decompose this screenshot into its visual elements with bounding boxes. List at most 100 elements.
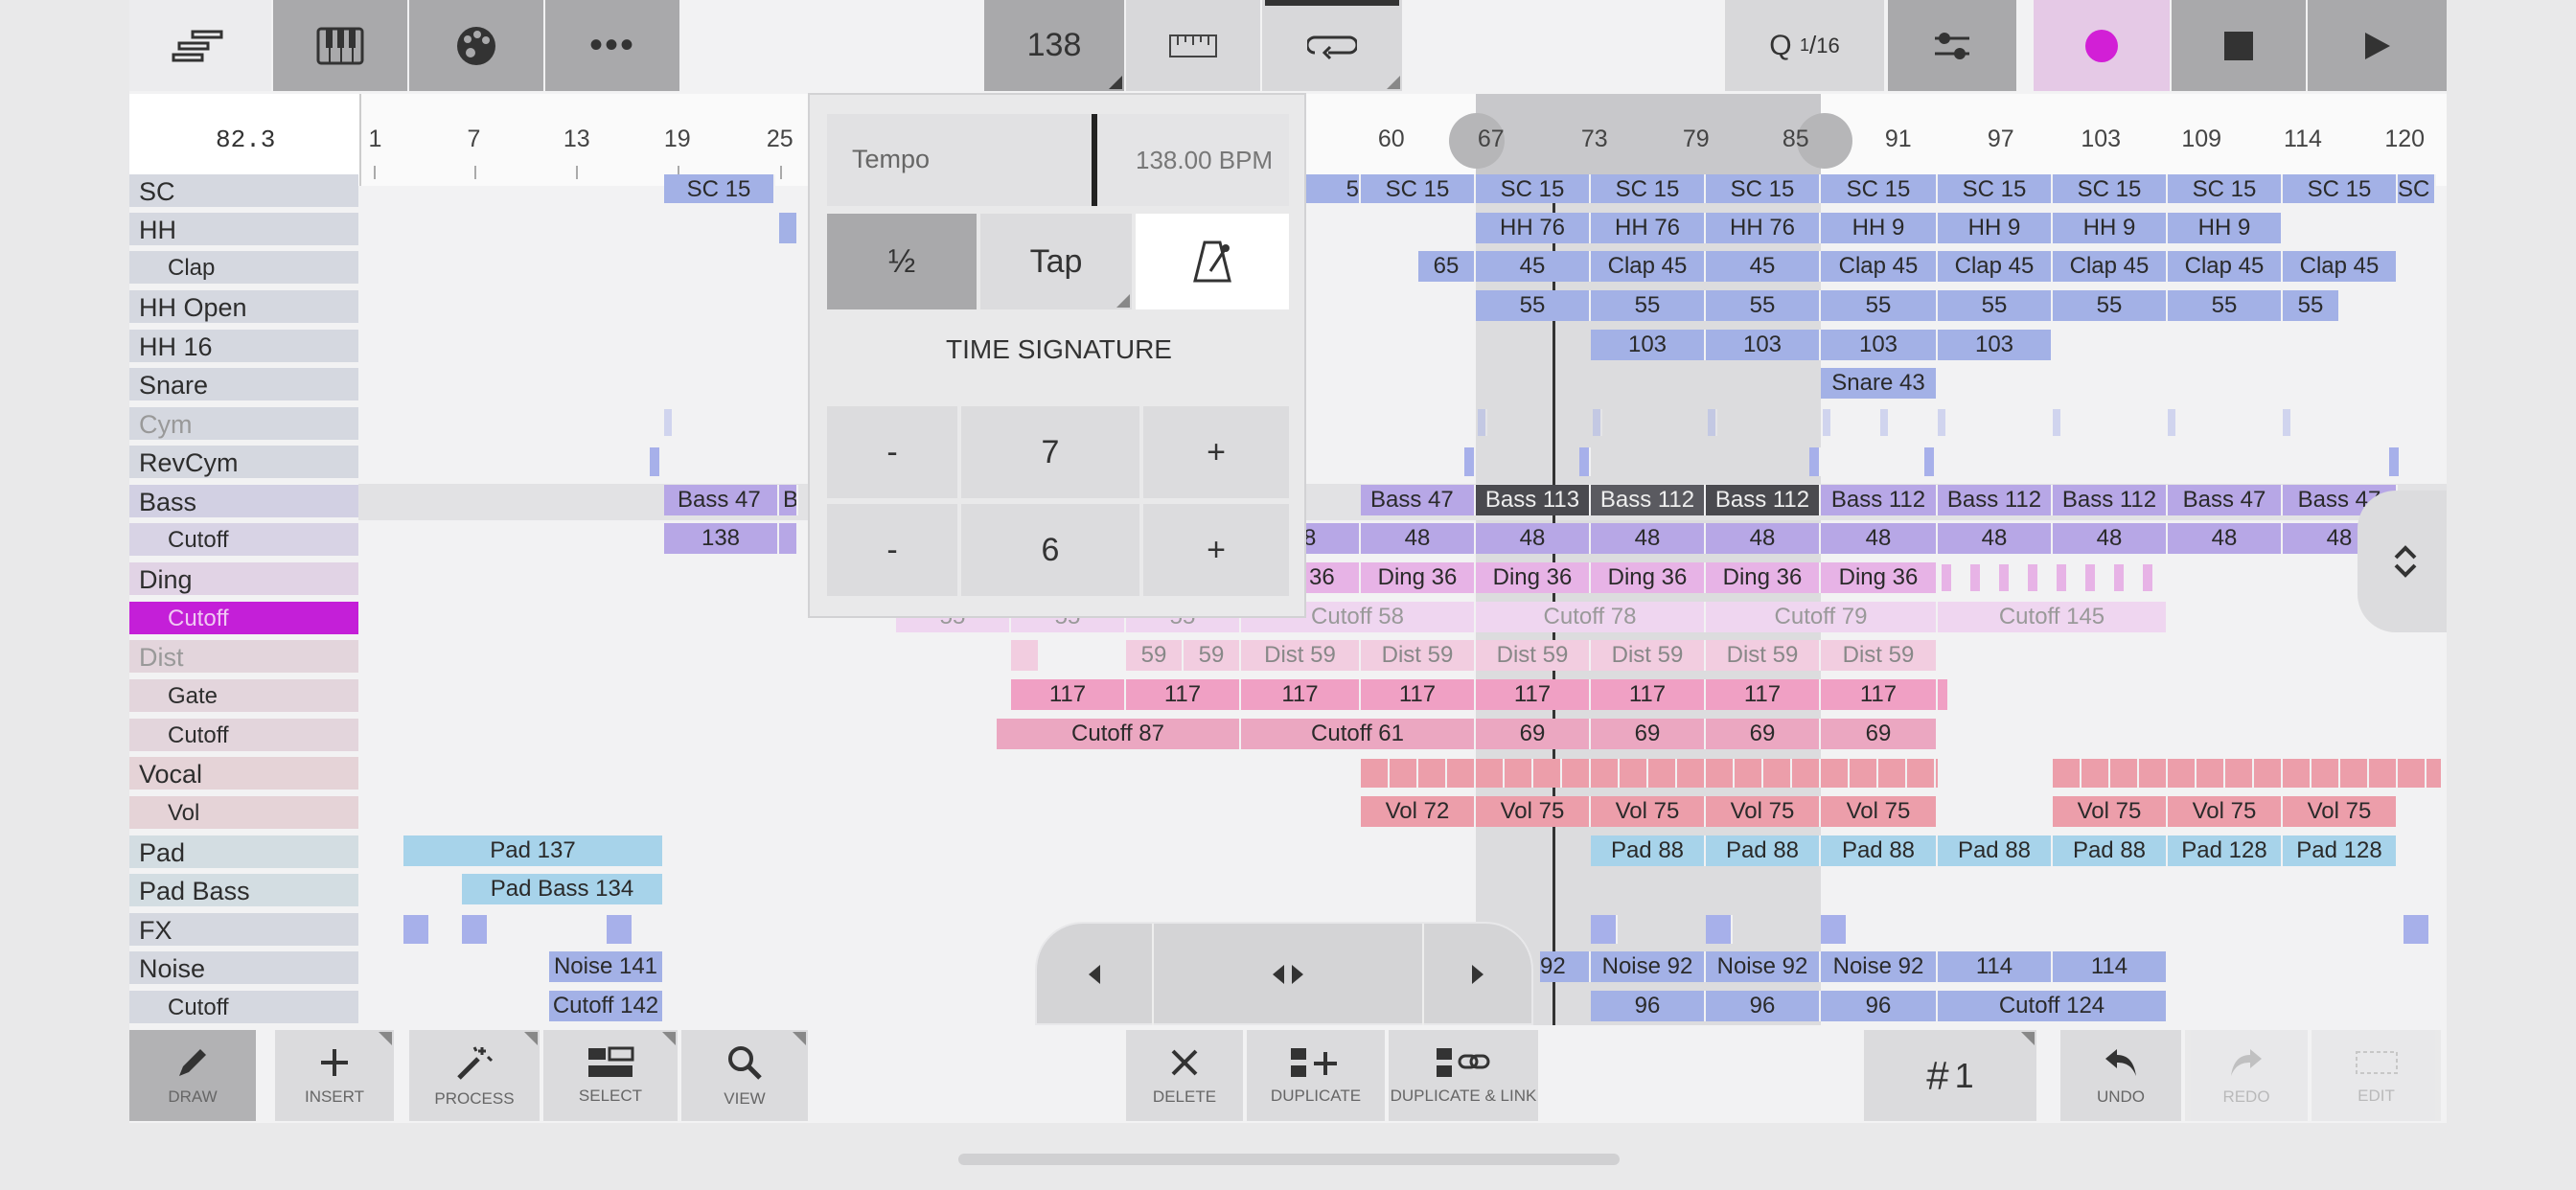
clip[interactable]: Pad 88 [2053, 835, 2168, 866]
tempo-button[interactable]: 138 [984, 0, 1124, 91]
clip[interactable] [1464, 447, 1476, 476]
clip[interactable] [2389, 447, 2401, 476]
clip[interactable] [1809, 447, 1821, 476]
clip[interactable] [1970, 564, 1982, 591]
scroll-right-button[interactable] [1424, 924, 1531, 1025]
clip[interactable] [2143, 564, 2154, 591]
clip[interactable]: HH 76 [1591, 213, 1706, 243]
clip[interactable]: Pad Bass 134 [462, 874, 664, 904]
clip[interactable]: Dist 59 [1476, 640, 1591, 671]
clip[interactable]: Noise 92 [1821, 951, 1938, 982]
clip[interactable]: SC 15 [1361, 174, 1476, 203]
track-snare[interactable]: Snare [129, 368, 358, 402]
clip[interactable]: Pad 88 [1706, 835, 1821, 866]
clip[interactable]: 59 [1126, 640, 1184, 671]
clip[interactable]: Ding 36 [1821, 562, 1938, 593]
clip[interactable]: 92 [1540, 951, 1591, 982]
clip[interactable]: 8 [1303, 523, 1361, 554]
clip[interactable] [1938, 679, 1949, 710]
track-revcym[interactable]: RevCym [129, 446, 358, 480]
clip[interactable]: Clap 45 [2283, 251, 2398, 282]
tap-tempo-button[interactable]: Tap [980, 214, 1132, 309]
vocal-clips[interactable] [2053, 759, 2441, 788]
clip[interactable]: 69 [1706, 719, 1821, 749]
clip[interactable]: 103 [1591, 330, 1706, 360]
clip[interactable]: 55 [2053, 290, 2168, 321]
clip[interactable]: 114 [1938, 951, 2053, 982]
scroll-left-button[interactable] [1037, 924, 1154, 1025]
clip[interactable]: 55 [1476, 290, 1591, 321]
clip[interactable]: 138 [664, 523, 779, 554]
metronome-button[interactable] [1136, 214, 1289, 309]
clip[interactable] [1593, 409, 1602, 436]
play-button[interactable] [2308, 0, 2447, 91]
clip[interactable]: Bass 47 [664, 485, 779, 515]
clip[interactable]: 117 [1706, 679, 1821, 710]
clip[interactable]: 117 [1361, 679, 1476, 710]
metronome-ruler-button[interactable] [1126, 0, 1260, 91]
edit-button[interactable]: EDIT [2312, 1030, 2441, 1121]
settings-sliders-button[interactable] [1888, 0, 2016, 91]
clip[interactable] [1011, 640, 1040, 671]
track-cym[interactable]: Cym [129, 407, 358, 442]
clip[interactable]: 45 [1476, 251, 1591, 282]
clip[interactable]: Cutoff 142 [549, 991, 664, 1021]
clip[interactable] [650, 447, 661, 476]
clip[interactable]: 117 [1591, 679, 1706, 710]
clip[interactable]: Bass 47 [1361, 485, 1476, 515]
clip[interactable]: 45 [1706, 251, 1821, 282]
clip[interactable]: Pad 88 [1821, 835, 1938, 866]
clip[interactable]: HH 76 [1706, 213, 1821, 243]
process-tool-button[interactable]: PROCESS [409, 1030, 540, 1121]
clip[interactable] [2283, 409, 2292, 436]
clip[interactable]: Dist 59 [1706, 640, 1821, 671]
duplicate-button[interactable]: DUPLICATE [1247, 1030, 1385, 1121]
clip[interactable]: Bass 112 [1938, 485, 2053, 515]
clip[interactable] [1880, 409, 1890, 436]
clip[interactable]: Vol 75 [2283, 796, 2398, 827]
clip[interactable]: HH 9 [2053, 213, 2168, 243]
track-hh[interactable]: HH [129, 213, 358, 247]
clip[interactable]: 117 [1476, 679, 1591, 710]
pattern-button[interactable]: # 1 [1864, 1030, 2036, 1121]
clip[interactable]: SC 15 [664, 174, 775, 203]
clip[interactable]: 48 [2168, 523, 2283, 554]
clip[interactable]: 48 [1706, 523, 1821, 554]
clip[interactable]: HH 9 [1821, 213, 1938, 243]
numerator-plus-button[interactable]: + [1143, 406, 1289, 498]
loop-region[interactable] [1476, 94, 1821, 186]
clip[interactable]: Bass 47 [2168, 485, 2283, 515]
clip[interactable]: Ding 36 [1476, 562, 1591, 593]
draw-tool-button[interactable]: DRAW [129, 1030, 256, 1121]
clip[interactable]: 103 [1938, 330, 2053, 360]
clip[interactable] [2053, 409, 2062, 436]
clip[interactable]: Bass 112 [1591, 485, 1706, 515]
clip[interactable]: 117 [1821, 679, 1938, 710]
clip[interactable]: Dist 59 [1241, 640, 1361, 671]
track-ding-cutoff[interactable]: Cutoff [129, 602, 358, 636]
clip[interactable] [779, 213, 798, 243]
clip[interactable]: Cutoff 145 [1938, 602, 2168, 632]
clip[interactable]: 55 [2168, 290, 2283, 321]
clip[interactable] [1823, 409, 1832, 436]
clip[interactable]: SC 15 [2283, 174, 2398, 203]
clip[interactable]: 55 [1706, 290, 1821, 321]
loop-button[interactable] [1262, 0, 1402, 91]
clip[interactable]: Snare 43 [1821, 368, 1938, 399]
vertical-resize-handle[interactable] [2358, 491, 2447, 632]
clip[interactable] [2085, 564, 2097, 591]
track-clap[interactable]: Clap [129, 251, 358, 286]
zoom-horizontal-button[interactable] [1154, 924, 1424, 1025]
track-vocal[interactable]: Vocal [129, 757, 358, 791]
clip[interactable] [462, 915, 489, 944]
clip[interactable]: Pad 137 [403, 835, 664, 866]
clip[interactable] [607, 915, 633, 944]
mixer-view-button[interactable] [409, 0, 543, 91]
clip[interactable]: 36 [1303, 562, 1361, 593]
denominator-minus-button[interactable]: - [827, 504, 957, 596]
piano-view-button[interactable] [273, 0, 407, 91]
clip[interactable]: SC 15 [1476, 174, 1591, 203]
clip[interactable]: SC 15 [2053, 174, 2168, 203]
clip[interactable]: Vol 75 [1591, 796, 1706, 827]
clip[interactable] [1478, 409, 1487, 436]
